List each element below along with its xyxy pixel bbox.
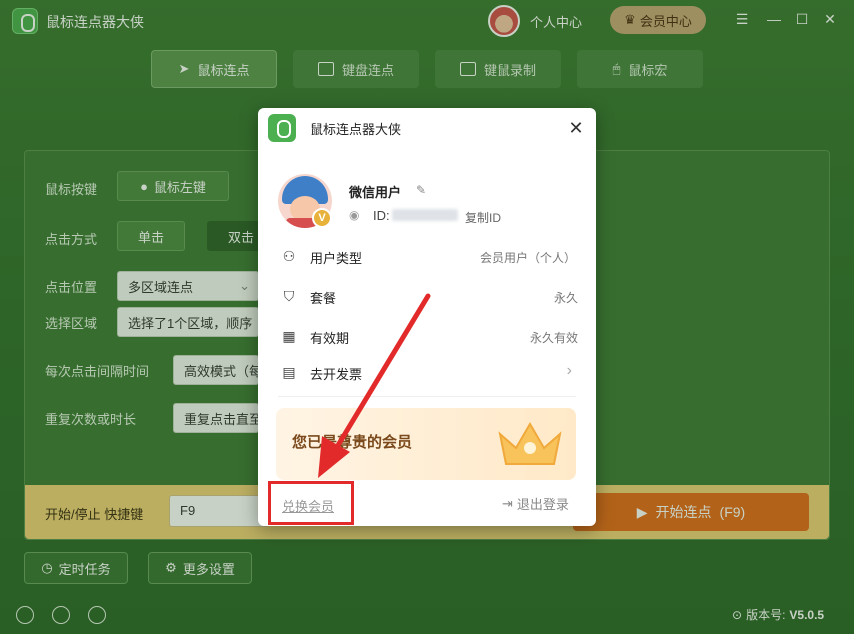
edit-icon[interactable]: ✎ [416,183,426,197]
row-label: 有效期 [310,331,350,346]
user-icon: ⚇ [282,248,296,264]
user-nickname: 微信用户 [349,185,402,200]
logout-label: 退出登录 [516,497,569,512]
invoice-row[interactable]: ▤ 去开发票 › [278,362,580,384]
row-value: 永久有效 [529,331,578,345]
logout-button[interactable]: ⇥ 退出登录 [502,494,569,513]
bag-icon: ⛉ [283,288,295,304]
vip-status-text: 您已是尊贵的会员 [292,434,413,451]
app-window: 鼠标连点器大侠 个人中心 ♛ 会员中心 ☰ — ☐ ✕ ➤ 鼠标连点 键盘连点 … [0,0,854,634]
vip-badge-icon: V [312,208,332,228]
user-popup: 鼠标连点器大侠 ✕ V 微信用户 ✎ ◉ ID: 复制ID ⚇ 用户类型 会员用… [258,108,596,526]
chevron-right-icon: › [566,362,572,379]
row-value: 会员用户（个人） [479,251,576,265]
redeem-label: 兑换会员 [282,499,335,514]
user-type-row: ⚇ 用户类型 会员用户（个人） [278,246,580,268]
crown-icon [498,422,562,465]
package-row: ⛉ 套餐 永久 [278,286,580,308]
copy-id-button[interactable]: 复制ID [465,209,501,226]
app-logo-icon [268,114,296,142]
row-label: 用户类型 [310,251,363,266]
divider [278,396,576,397]
user-id-redacted [392,209,458,221]
calendar-icon: ▦ [282,328,296,344]
invoice-icon: ▤ [282,364,296,380]
close-icon[interactable]: ✕ [566,118,586,138]
id-label: ID: [373,208,390,223]
validity-row: ▦ 有效期 永久有效 [278,326,580,348]
row-label: 套餐 [310,291,337,306]
logout-icon: ⇥ [502,495,513,511]
popup-title: 鼠标连点器大侠 [310,122,402,137]
vip-status-card: 您已是尊贵的会员 [276,408,576,480]
row-label: 去开发票 [310,367,363,382]
redeem-vip-button[interactable]: 兑换会员 [268,481,354,525]
wechat-icon: ◉ [349,208,360,222]
row-value: 永久 [553,291,578,305]
